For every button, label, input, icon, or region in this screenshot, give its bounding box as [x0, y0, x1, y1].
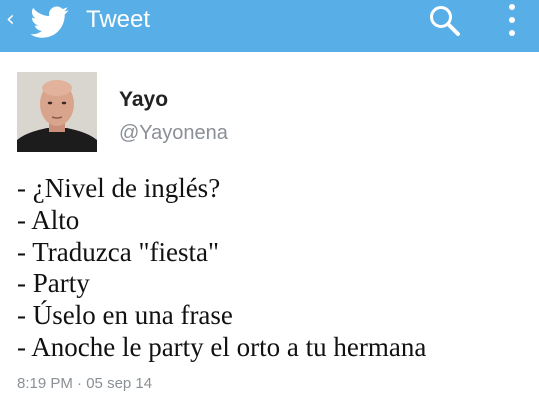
tweet-text: - ¿Nivel de inglés? - Alto - Traduzca "f…: [17, 173, 532, 364]
tweet-timestamp: 8:19 PM · 05 sep 14: [17, 374, 152, 394]
top-app-bar: ‹ Tweet: [0, 0, 539, 52]
author-display-name[interactable]: Yayo: [119, 88, 168, 112]
chevron-left-icon[interactable]: ‹: [6, 8, 15, 32]
author-handle[interactable]: @Yayonena: [119, 121, 228, 145]
timestamp-separator: ·: [77, 375, 83, 392]
tweet-line: - ¿Nivel de inglés?: [17, 173, 221, 203]
tweet-line: - Alto: [17, 204, 80, 235]
tweet-time: 8:19 PM: [17, 375, 73, 392]
twitter-bird-icon[interactable]: [30, 6, 70, 40]
tweet-date: 05 sep 14: [86, 375, 153, 392]
app-title: Tweet: [86, 6, 151, 33]
tweet-line: - Party: [17, 268, 90, 299]
more-vertical-icon[interactable]: [502, 2, 522, 42]
tweet-line: - Anoche le party el orto a tu hermana: [17, 331, 427, 362]
avatar[interactable]: [17, 72, 97, 152]
tweet-line: - Traduzca "fiesta": [17, 236, 219, 267]
search-icon[interactable]: [426, 2, 464, 40]
tweet-line: - Úselo en una frase: [17, 300, 233, 331]
